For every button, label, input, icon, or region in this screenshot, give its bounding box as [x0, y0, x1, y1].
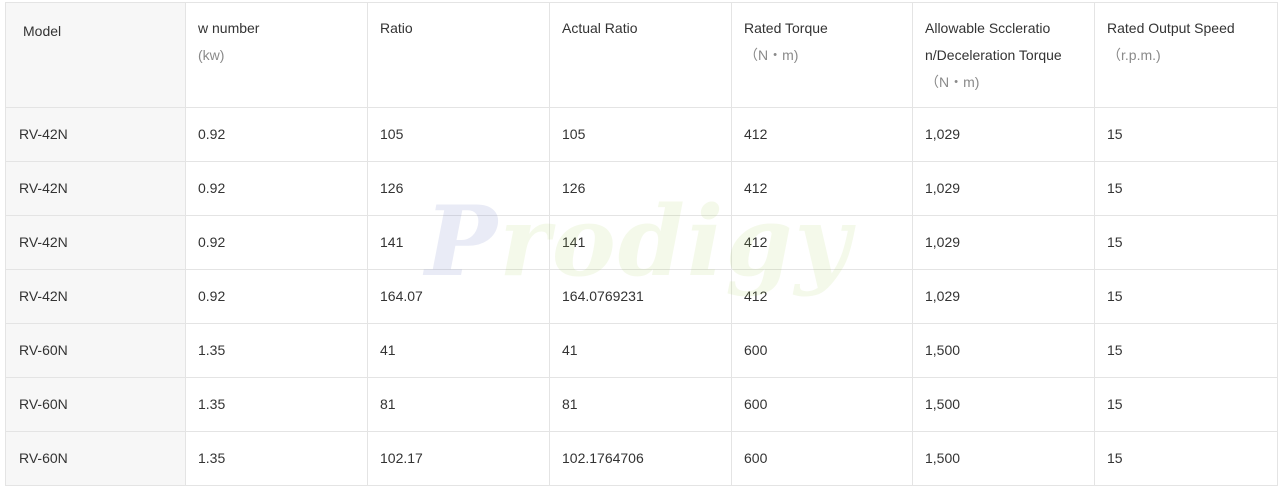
header-allowable-torque-unit: （N・m) — [925, 74, 980, 90]
cell-allowable-torque: 1,029 — [912, 107, 1095, 162]
header-rated-torque: Rated Torque （N・m) — [731, 2, 913, 108]
cell-ratio: 141 — [367, 215, 550, 270]
cell-rated-output-speed: 15 — [1094, 269, 1278, 324]
cell-ratio: 102.17 — [367, 431, 550, 486]
cell-allowable-torque: 1,029 — [912, 161, 1095, 216]
cell-actual-ratio: 102.1764706 — [549, 431, 732, 486]
header-allowable-torque-title-line2: n/Deceleration Torque — [925, 47, 1062, 63]
cell-w-number: 0.92 — [185, 107, 368, 162]
cell-model: RV-60N — [5, 323, 186, 378]
cell-rated-torque: 412 — [731, 107, 913, 162]
cell-allowable-torque: 1,500 — [912, 323, 1095, 378]
header-rated-output-speed-title: Rated Output Speed — [1107, 20, 1235, 36]
header-model: Model — [5, 2, 186, 108]
table-row: RV-42N 0.92 141 141 412 1,029 15 — [5, 215, 1278, 270]
cell-actual-ratio: 81 — [549, 377, 732, 432]
cell-w-number: 0.92 — [185, 269, 368, 324]
cell-rated-output-speed: 15 — [1094, 107, 1278, 162]
cell-actual-ratio: 41 — [549, 323, 732, 378]
header-w-number: w number (kw) — [185, 2, 368, 108]
cell-rated-torque: 600 — [731, 431, 913, 486]
header-allowable-torque-title-line1: Allowable Sccleratio — [925, 20, 1051, 36]
header-rated-output-speed: Rated Output Speed （r.p.m.) — [1094, 2, 1278, 108]
cell-rated-torque: 600 — [731, 377, 913, 432]
header-ratio: Ratio — [367, 2, 550, 108]
cell-model: RV-60N — [5, 431, 186, 486]
cell-rated-output-speed: 15 — [1094, 323, 1278, 378]
cell-ratio: 41 — [367, 323, 550, 378]
cell-actual-ratio: 164.0769231 — [549, 269, 732, 324]
header-allowable-torque: Allowable Sccleratio n/Deceleration Torq… — [912, 2, 1095, 108]
table-row: RV-42N 0.92 164.07 164.0769231 412 1,029… — [5, 269, 1278, 324]
cell-ratio: 164.07 — [367, 269, 550, 324]
cell-rated-output-speed: 15 — [1094, 215, 1278, 270]
spec-table: Model w number (kw) Ratio Actual Ratio R… — [5, 2, 1278, 486]
header-rated-torque-unit: （N・m) — [744, 47, 799, 63]
cell-rated-output-speed: 15 — [1094, 377, 1278, 432]
table-row: RV-60N 1.35 102.17 102.1764706 600 1,500… — [5, 431, 1278, 486]
header-row: Model w number (kw) Ratio Actual Ratio R… — [5, 2, 1278, 108]
cell-model: RV-42N — [5, 269, 186, 324]
cell-rated-output-speed: 15 — [1094, 431, 1278, 486]
cell-actual-ratio: 105 — [549, 107, 732, 162]
cell-w-number: 1.35 — [185, 431, 368, 486]
cell-model: RV-42N — [5, 215, 186, 270]
cell-w-number: 0.92 — [185, 161, 368, 216]
spec-table-page: Model w number (kw) Ratio Actual Ratio R… — [0, 0, 1278, 486]
header-actual-ratio-title: Actual Ratio — [562, 20, 638, 36]
cell-ratio: 105 — [367, 107, 550, 162]
cell-allowable-torque: 1,500 — [912, 377, 1095, 432]
cell-rated-torque: 600 — [731, 323, 913, 378]
header-model-title: Model — [23, 23, 62, 39]
cell-rated-torque: 412 — [731, 269, 913, 324]
cell-actual-ratio: 141 — [549, 215, 732, 270]
cell-model: RV-42N — [5, 107, 186, 162]
cell-actual-ratio: 126 — [549, 161, 732, 216]
cell-w-number: 1.35 — [185, 323, 368, 378]
header-w-number-unit: (kw) — [198, 47, 225, 63]
table-row: RV-42N 0.92 126 126 412 1,029 15 — [5, 161, 1278, 216]
cell-w-number: 1.35 — [185, 377, 368, 432]
header-rated-torque-title: Rated Torque — [744, 20, 828, 36]
header-actual-ratio: Actual Ratio — [549, 2, 732, 108]
table-row: RV-60N 1.35 41 41 600 1,500 15 — [5, 323, 1278, 378]
cell-model: RV-42N — [5, 161, 186, 216]
cell-ratio: 81 — [367, 377, 550, 432]
cell-rated-output-speed: 15 — [1094, 161, 1278, 216]
cell-allowable-torque: 1,500 — [912, 431, 1095, 486]
header-ratio-title: Ratio — [380, 20, 413, 36]
cell-model: RV-60N — [5, 377, 186, 432]
cell-rated-torque: 412 — [731, 161, 913, 216]
header-w-number-title: w number — [198, 20, 260, 36]
cell-w-number: 0.92 — [185, 215, 368, 270]
table-row: RV-42N 0.92 105 105 412 1,029 15 — [5, 107, 1278, 162]
cell-allowable-torque: 1,029 — [912, 215, 1095, 270]
table-row: RV-60N 1.35 81 81 600 1,500 15 — [5, 377, 1278, 432]
header-rated-output-speed-unit: （r.p.m.) — [1107, 47, 1161, 63]
cell-allowable-torque: 1,029 — [912, 269, 1095, 324]
cell-rated-torque: 412 — [731, 215, 913, 270]
cell-ratio: 126 — [367, 161, 550, 216]
